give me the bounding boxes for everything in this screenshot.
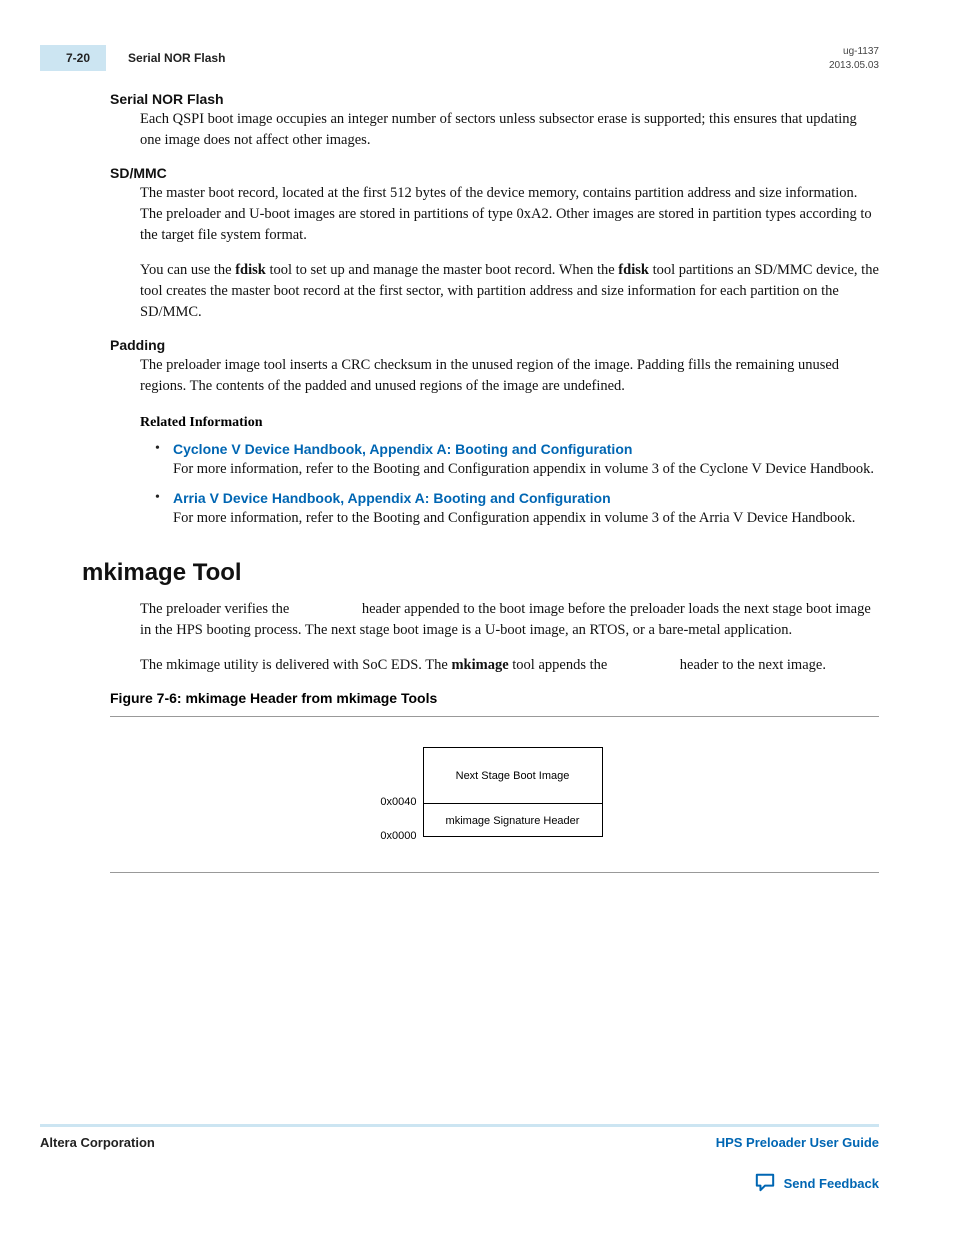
heading-related-info: Related Information bbox=[140, 415, 879, 431]
heading-padding: Padding bbox=[110, 337, 879, 353]
page-number-tab: 7-20 bbox=[40, 45, 106, 71]
link-cyclone-handbook[interactable]: Cyclone V Device Handbook, Appendix A: B… bbox=[173, 441, 632, 457]
feedback-label: Send Feedback bbox=[784, 1176, 879, 1191]
figure-addr-0000: 0x0000 bbox=[380, 830, 416, 842]
para-padding-1: The preloader image tool inserts a CRC c… bbox=[140, 355, 879, 397]
figure-hr-bottom bbox=[110, 872, 879, 873]
figure-box-next-stage: Next Stage Boot Image bbox=[423, 747, 603, 803]
link-desc: For more information, refer to the Booti… bbox=[173, 510, 855, 526]
header-doc-meta: ug-1137 2013.05.03 bbox=[829, 45, 879, 73]
doc-id: ug-1137 bbox=[829, 45, 879, 59]
list-item: Arria V Device Handbook, Appendix A: Boo… bbox=[155, 490, 879, 529]
feedback-icon bbox=[754, 1172, 776, 1195]
figure-mkimage-header: Next Stage Boot Image mkimage Signature … bbox=[365, 747, 625, 852]
figure-hr-top bbox=[110, 716, 879, 717]
page-header: 7-20 Serial NOR Flash ug-1137 2013.05.03 bbox=[40, 45, 879, 73]
figure-title: Figure 7-6: mkimage Header from mkimage … bbox=[110, 690, 879, 706]
list-item: Cyclone V Device Handbook, Appendix A: B… bbox=[155, 441, 879, 480]
send-feedback-button[interactable]: Send Feedback bbox=[754, 1172, 879, 1195]
doc-date: 2013.05.03 bbox=[829, 59, 879, 73]
link-arria-handbook[interactable]: Arria V Device Handbook, Appendix A: Boo… bbox=[173, 490, 611, 506]
figure-box-sig-header: mkimage Signature Header bbox=[423, 803, 603, 837]
link-desc: For more information, refer to the Booti… bbox=[173, 461, 874, 477]
heading-sdmmc: SD/MMC bbox=[110, 165, 879, 181]
footer-company: Altera Corporation bbox=[40, 1135, 155, 1150]
heading-mkimage-tool: mkimage Tool bbox=[82, 559, 879, 587]
header-section-title: Serial NOR Flash bbox=[128, 51, 225, 65]
para-sdmmc-2: You can use the fdisk tool to set up and… bbox=[140, 260, 879, 323]
footer: Altera Corporation HPS Preloader User Gu… bbox=[40, 1124, 879, 1150]
heading-serial-nor-flash: Serial NOR Flash bbox=[110, 91, 879, 107]
para-nor-1: Each QSPI boot image occupies an integer… bbox=[140, 109, 879, 151]
para-sdmmc-1: The master boot record, located at the f… bbox=[140, 183, 879, 246]
para-mkimage-2: The mkimage utility is delivered with So… bbox=[140, 655, 879, 676]
figure-addr-0040: 0x0040 bbox=[380, 796, 416, 808]
related-info-list: Cyclone V Device Handbook, Appendix A: B… bbox=[155, 441, 879, 529]
para-mkimage-1: The preloader verifies the header append… bbox=[140, 599, 879, 641]
footer-guide-link[interactable]: HPS Preloader User Guide bbox=[716, 1135, 879, 1150]
